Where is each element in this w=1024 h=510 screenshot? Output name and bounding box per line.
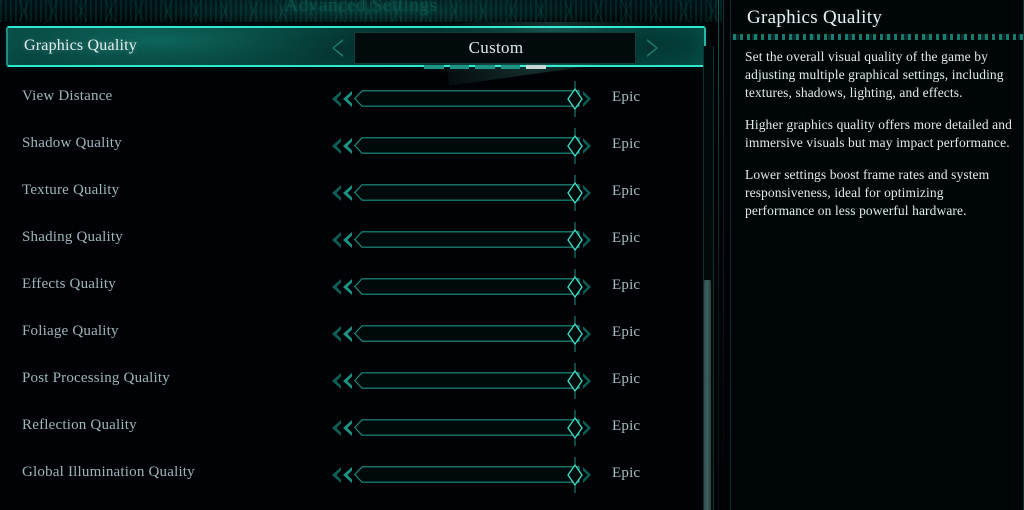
setting-label: Reflection Quality — [22, 417, 137, 434]
setting-row[interactable]: Shadow Quality Epic — [0, 130, 714, 160]
setting-label: View Distance — [22, 88, 112, 105]
description-panel: Graphics Quality Set the overall visual … — [730, 0, 1024, 510]
slider-track[interactable] — [354, 184, 580, 201]
setting-value: Epic — [612, 136, 640, 153]
setting-slider[interactable] — [330, 412, 610, 442]
diamond-handle-icon[interactable] — [566, 222, 594, 258]
graphics-quality-label: Graphics Quality — [24, 37, 137, 55]
setting-slider[interactable] — [330, 318, 610, 348]
setting-slider[interactable] — [330, 271, 610, 301]
setting-slider[interactable] — [330, 365, 610, 395]
setting-row[interactable]: Effects Quality Epic — [0, 271, 714, 301]
panel-divider — [716, 0, 730, 510]
setting-label: Texture Quality — [22, 182, 119, 199]
setting-slider[interactable] — [330, 130, 610, 160]
setting-value: Epic — [612, 324, 640, 341]
double-chevron-left-icon[interactable] — [330, 326, 356, 342]
setting-label: Shadow Quality — [22, 135, 122, 152]
setting-row-graphics-quality[interactable]: Graphics Quality Custom — [6, 26, 706, 67]
settings-scrollbar-thumb[interactable] — [704, 280, 711, 510]
setting-label: Shading Quality — [22, 229, 123, 246]
double-chevron-left-icon[interactable] — [330, 232, 356, 248]
double-chevron-left-icon[interactable] — [330, 279, 356, 295]
double-chevron-left-icon[interactable] — [330, 91, 356, 107]
setting-value: Epic — [612, 230, 640, 247]
description-paragraph: Higher graphics quality offers more deta… — [745, 116, 1013, 152]
setting-value: Epic — [612, 277, 640, 294]
setting-value: Epic — [612, 418, 640, 435]
slider-track[interactable] — [354, 278, 580, 295]
setting-value: Epic — [612, 371, 640, 388]
settings-list-panel: Graphics Quality Custom View Distance Epi… — [0, 22, 714, 510]
slider-track[interactable] — [354, 231, 580, 248]
setting-label: Effects Quality — [22, 276, 116, 293]
setting-slider[interactable] — [330, 459, 610, 489]
setting-row[interactable]: Post Processing Quality Epic — [0, 365, 714, 395]
page-title: Advanced Settings — [0, 0, 722, 17]
graphics-quality-value-box: Custom — [354, 32, 636, 64]
setting-row[interactable]: Foliage Quality Epic — [0, 318, 714, 348]
setting-slider[interactable] — [330, 83, 610, 113]
diamond-handle-icon[interactable] — [566, 363, 594, 399]
segment-indicator — [526, 65, 546, 69]
setting-row[interactable]: View Distance Epic — [0, 83, 714, 113]
diamond-handle-icon[interactable] — [566, 457, 594, 493]
diamond-handle-icon[interactable] — [566, 175, 594, 211]
description-paragraph: Lower settings boost frame rates and sys… — [745, 166, 1013, 220]
description-paragraph: Set the overall visual quality of the ga… — [745, 48, 1013, 102]
double-chevron-left-icon[interactable] — [330, 467, 356, 483]
slider-track[interactable] — [354, 466, 580, 483]
slider-track[interactable] — [354, 419, 580, 436]
slider-track[interactable] — [354, 137, 580, 154]
chevron-left-icon[interactable] — [332, 39, 343, 57]
setting-label: Foliage Quality — [22, 323, 119, 340]
double-chevron-left-icon[interactable] — [330, 185, 356, 201]
segment-indicator — [475, 65, 495, 69]
graphics-quality-stepper[interactable]: Custom — [330, 32, 660, 65]
description-title: Graphics Quality — [747, 7, 882, 29]
setting-value: Epic — [612, 89, 640, 106]
setting-row[interactable]: Shading Quality Epic — [0, 224, 714, 254]
segment-indicator — [450, 65, 470, 69]
double-chevron-left-icon[interactable] — [330, 138, 356, 154]
segment-indicator — [501, 65, 521, 69]
diamond-handle-icon[interactable] — [566, 81, 594, 117]
setting-value: Epic — [612, 183, 640, 200]
slider-track[interactable] — [354, 325, 580, 342]
graphics-quality-segments — [424, 65, 546, 69]
diamond-handle-icon[interactable] — [566, 128, 594, 164]
diamond-handle-icon[interactable] — [566, 410, 594, 446]
diamond-handle-icon[interactable] — [566, 269, 594, 305]
graphics-quality-value: Custom — [355, 38, 637, 58]
setting-label: Global Illumination Quality — [22, 464, 195, 481]
diamond-handle-icon[interactable] — [566, 316, 594, 352]
description-divider-rule — [733, 34, 1023, 40]
setting-row[interactable]: Reflection Quality Epic — [0, 412, 714, 442]
double-chevron-left-icon[interactable] — [330, 420, 356, 436]
slider-track[interactable] — [354, 372, 580, 389]
setting-row[interactable]: Global Illumination Quality Epic — [0, 459, 714, 489]
setting-value: Epic — [612, 465, 640, 482]
setting-slider[interactable] — [330, 177, 610, 207]
slider-track[interactable] — [354, 90, 580, 107]
double-chevron-left-icon[interactable] — [330, 373, 356, 389]
segment-indicator — [424, 65, 444, 69]
setting-label: Post Processing Quality — [22, 370, 170, 387]
setting-slider[interactable] — [330, 224, 610, 254]
settings-screen: Advanced Settings Graphics Quality Custo… — [0, 0, 1024, 510]
description-body: Set the overall visual quality of the ga… — [745, 48, 1013, 234]
setting-row[interactable]: Texture Quality Epic — [0, 177, 714, 207]
